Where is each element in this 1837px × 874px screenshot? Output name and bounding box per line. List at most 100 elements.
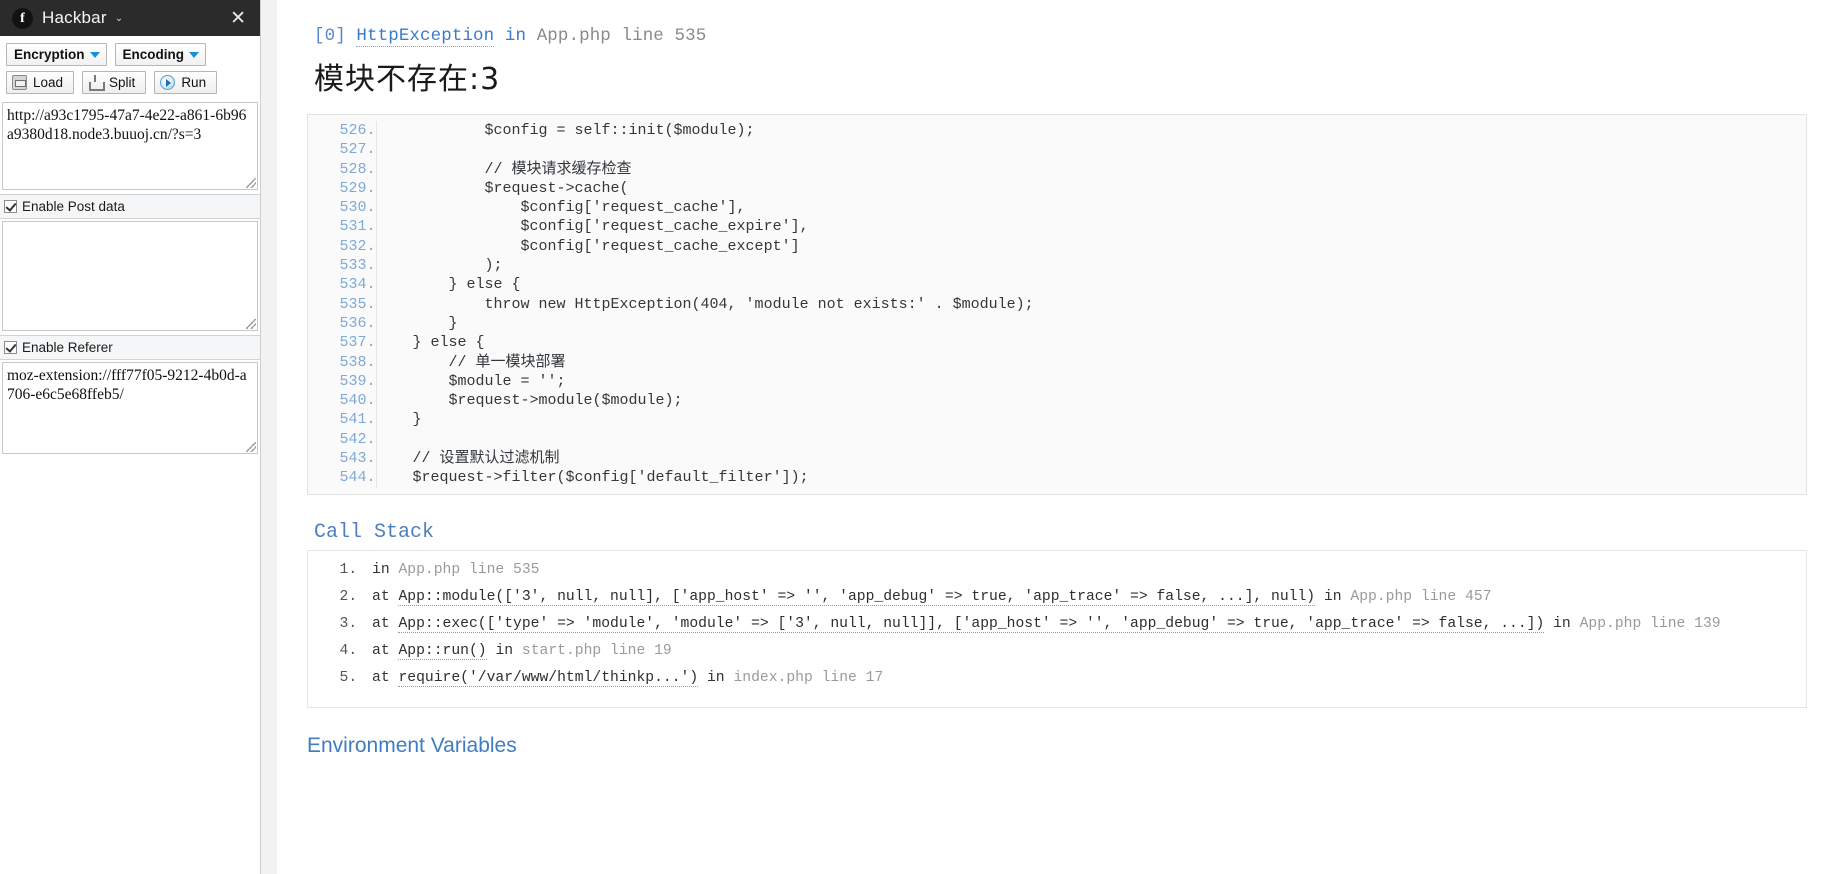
code-line-number: 542. bbox=[308, 429, 377, 450]
code-line-text: throw new HttpException(404, 'module not… bbox=[376, 295, 1034, 313]
code-line-text: $request->filter($config['default_filter… bbox=[376, 469, 809, 487]
load-button-label: Load bbox=[33, 75, 64, 90]
code-line-text: $request->module($module); bbox=[376, 392, 683, 410]
resize-grip[interactable] bbox=[246, 178, 256, 188]
exception-header: [0] HttpException in App.php line 535 bbox=[314, 26, 1807, 47]
code-line-number: 529. bbox=[308, 178, 377, 199]
code-line-number: 539. bbox=[308, 371, 377, 392]
code-line-number: 544. bbox=[308, 468, 377, 488]
referer-input[interactable]: moz-extension://fff77f05-9212-4b0d-a706-… bbox=[2, 362, 258, 454]
hackbar-titlebar: f Hackbar ⌄ ✕ bbox=[0, 0, 260, 36]
call-stack-title: Call Stack bbox=[314, 520, 435, 544]
code-line-text: // 设置默认过滤机制 bbox=[376, 450, 560, 468]
code-line: 543. // 设置默认过滤机制 bbox=[308, 449, 1806, 469]
code-line: 536. } bbox=[308, 313, 1806, 334]
chevron-down-icon bbox=[189, 51, 200, 58]
close-icon[interactable]: ✕ bbox=[226, 9, 250, 28]
call-stack-item: at App::run() in start.php line 19 bbox=[366, 641, 1788, 662]
encoding-dropdown[interactable]: Encoding bbox=[114, 43, 207, 66]
call-stack-verb: at bbox=[372, 588, 390, 605]
encoding-dropdown-label: Encoding bbox=[122, 47, 185, 62]
call-stack-list: in App.php line 535at App::module(['3', … bbox=[308, 560, 1806, 689]
error-page-viewport: [0] HttpException in App.php line 535 模块… bbox=[261, 0, 1837, 874]
hackbar-logo-icon: f bbox=[12, 7, 33, 29]
call-stack-in-word: in bbox=[495, 642, 514, 659]
load-icon bbox=[12, 75, 27, 90]
code-line: 532. $config['request_cache_except'] bbox=[308, 236, 1806, 257]
code-line: 529. $request->cache( bbox=[308, 178, 1806, 199]
call-stack-item: at require('/var/www/html/thinkp...') in… bbox=[366, 668, 1788, 689]
code-line-number: 535. bbox=[308, 294, 377, 314]
code-snippet: 526. $config = self::init($module); 527. … bbox=[307, 114, 1807, 495]
post-data-input[interactable] bbox=[2, 221, 258, 331]
code-line-number: 538. bbox=[308, 352, 377, 372]
exception-type-link[interactable]: HttpException bbox=[356, 26, 495, 47]
call-stack-file: App.php line 535 bbox=[398, 561, 540, 578]
code-line: 534. } else { bbox=[308, 275, 1806, 295]
split-icon bbox=[88, 75, 106, 91]
code-line-text: ); bbox=[376, 257, 503, 275]
split-button-label: Split bbox=[109, 75, 136, 90]
code-line-number: 526. bbox=[308, 121, 377, 141]
call-stack-call: App::exec(['type' => 'module', 'module' … bbox=[398, 615, 1545, 633]
code-line-number: 540. bbox=[308, 391, 377, 411]
code-line-text: $request->cache( bbox=[376, 179, 629, 197]
post-data-value bbox=[3, 222, 257, 228]
encryption-dropdown[interactable]: Encryption bbox=[6, 43, 107, 66]
call-stack-call: require('/var/www/html/thinkp...') bbox=[398, 669, 699, 687]
code-line-number: 527. bbox=[308, 140, 377, 160]
resize-grip[interactable] bbox=[246, 442, 256, 452]
code-line-number: 531. bbox=[308, 217, 377, 237]
url-input[interactable]: http://a93c1795-47a7-4e22-a861-6b96a9380… bbox=[2, 102, 258, 190]
code-line: 540. $request->module($module); bbox=[308, 391, 1806, 411]
hackbar-action-bar: Load Split Run bbox=[0, 69, 260, 100]
call-stack-verb: at bbox=[372, 615, 390, 632]
exception-in-word: in bbox=[504, 26, 527, 46]
code-line: 533. ); bbox=[308, 256, 1806, 276]
enable-post-data-label: Enable Post data bbox=[22, 199, 125, 214]
code-line-text: // 模块请求缓存检查 bbox=[376, 160, 632, 178]
code-line: 539. $module = ''; bbox=[308, 371, 1806, 392]
call-stack-file: index.php line 17 bbox=[733, 669, 884, 686]
code-line-number: 541. bbox=[308, 410, 377, 430]
enable-post-data-checkbox[interactable]: Enable Post data bbox=[0, 194, 260, 219]
code-line-number: 530. bbox=[308, 198, 377, 218]
code-line-number: 533. bbox=[308, 256, 377, 276]
load-button[interactable]: Load bbox=[6, 71, 75, 94]
code-line-number: 528. bbox=[308, 159, 377, 179]
code-line: 535. throw new HttpException(404, 'modul… bbox=[308, 294, 1806, 314]
call-stack-call: App::run() bbox=[398, 642, 487, 660]
checkbox-icon bbox=[4, 341, 17, 354]
code-table: 526. $config = self::init($module); 527. … bbox=[308, 121, 1806, 488]
code-line: 537. } else { bbox=[308, 333, 1806, 353]
code-line-text: // 单一模块部署 bbox=[376, 353, 566, 371]
url-input-value: http://a93c1795-47a7-4e22-a861-6b96a9380… bbox=[7, 107, 247, 144]
hackbar-panel: f Hackbar ⌄ ✕ Encryption Encoding Load S… bbox=[0, 0, 261, 874]
chevron-down-icon[interactable]: ⌄ bbox=[115, 13, 123, 24]
code-line-number: 534. bbox=[308, 275, 377, 295]
code-line-text: } bbox=[376, 314, 458, 332]
error-page: [0] HttpException in App.php line 535 模块… bbox=[277, 0, 1837, 874]
code-line-number: 532. bbox=[308, 236, 377, 257]
call-stack-file: start.php line 19 bbox=[521, 642, 672, 659]
code-line: 528. // 模块请求缓存检查 bbox=[308, 159, 1806, 179]
enable-referer-label: Enable Referer bbox=[22, 340, 113, 355]
code-line-text: } bbox=[376, 411, 422, 429]
call-stack-file: App.php line 139 bbox=[1579, 615, 1721, 632]
call-stack-file: App.php line 457 bbox=[1350, 588, 1492, 605]
referer-value: moz-extension://fff77f05-9212-4b0d-a706-… bbox=[7, 367, 247, 404]
run-button[interactable]: Run bbox=[154, 71, 218, 94]
code-line-text bbox=[376, 140, 1806, 159]
split-button[interactable]: Split bbox=[82, 71, 147, 94]
resize-grip[interactable] bbox=[246, 319, 256, 329]
code-line: 531. $config['request_cache_expire'], bbox=[308, 217, 1806, 237]
call-stack-verb: at bbox=[372, 642, 390, 659]
code-line-text: $config['request_cache'], bbox=[376, 199, 746, 217]
call-stack-in-word: in bbox=[1553, 615, 1571, 632]
call-stack-item: in App.php line 535 bbox=[366, 560, 1788, 581]
code-line-number: 543. bbox=[308, 449, 377, 469]
environment-variables-title[interactable]: Environment Variables bbox=[307, 734, 1807, 758]
call-stack-verb: in bbox=[372, 561, 390, 578]
exception-message: 模块不存在:3 bbox=[314, 62, 501, 97]
enable-referer-checkbox[interactable]: Enable Referer bbox=[0, 335, 260, 360]
